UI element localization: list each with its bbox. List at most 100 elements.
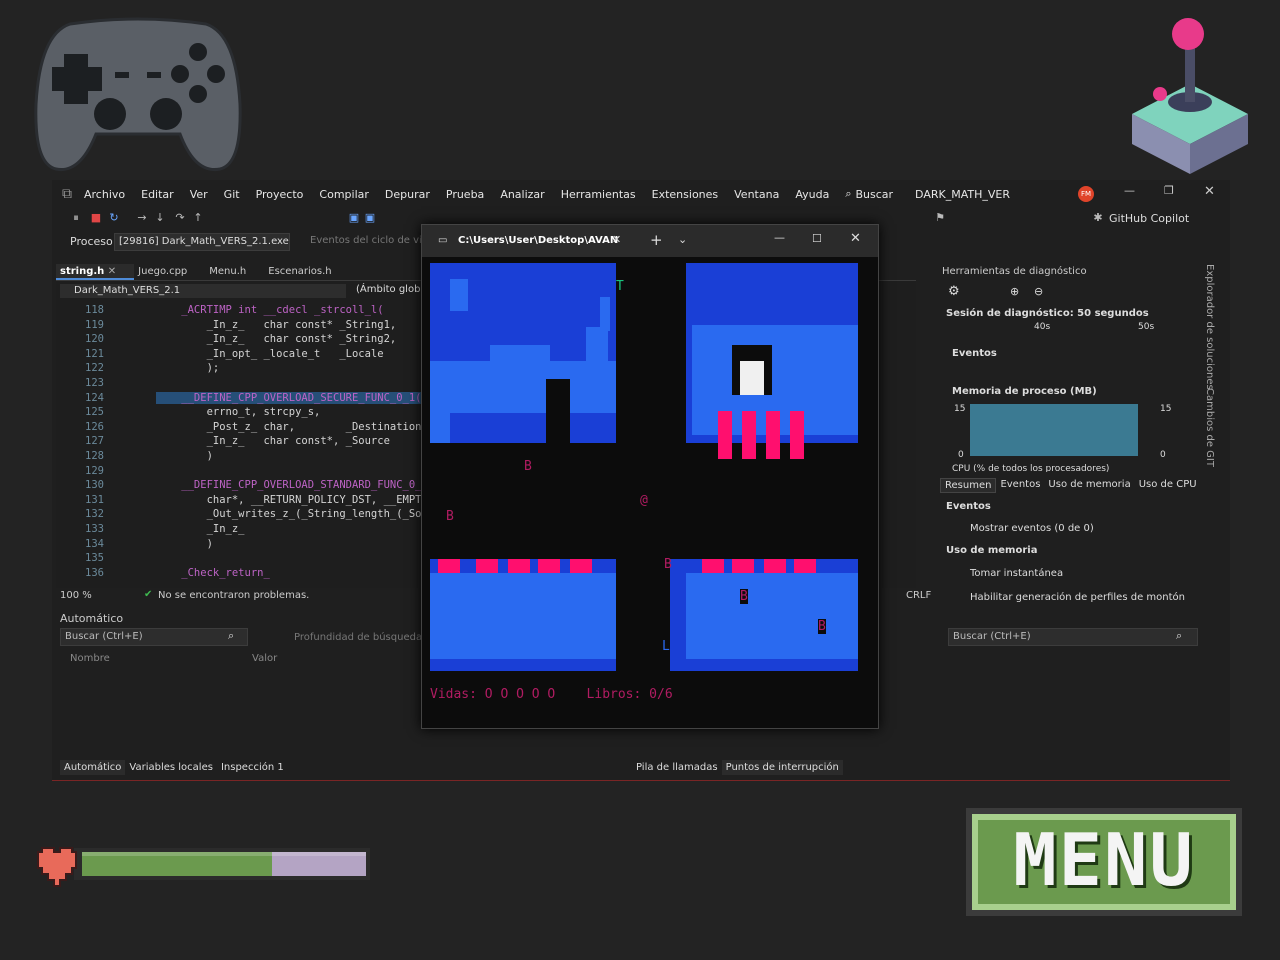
- save-icon[interactable]: ▣: [348, 212, 360, 224]
- code-line: 118 _ACRTIMP int __cdecl _strcoll_l(: [56, 303, 434, 318]
- step-over-icon[interactable]: ↷: [174, 212, 186, 224]
- search-icon[interactable]: ⌕: [228, 629, 234, 643]
- code-text: _Post_z_ char, _Destination,: [156, 420, 428, 433]
- console-window[interactable]: ▭ C:\Users\User\Desktop\AVAN ✕ + ⌄ — ☐ ✕: [421, 224, 879, 729]
- game-char-t: T: [616, 279, 624, 294]
- copilot-icon[interactable]: ✱: [1092, 212, 1104, 224]
- menu-archivo[interactable]: Archivo: [84, 188, 125, 201]
- tab-pila-llamadas[interactable]: Pila de llamadas: [632, 760, 722, 775]
- step-into-icon[interactable]: ↓: [154, 212, 166, 224]
- line-number: 134: [85, 537, 104, 550]
- zoom-level[interactable]: 100 %: [60, 590, 92, 601]
- col-name: Nombre: [70, 653, 110, 664]
- menu-herramientas[interactable]: Herramientas: [561, 188, 636, 201]
- menu-ventana[interactable]: Ventana: [734, 188, 779, 201]
- pause-icon[interactable]: ⏸: [70, 212, 82, 224]
- menu-editar[interactable]: Editar: [141, 188, 174, 201]
- memory-label: Memoria de proceso (MB): [952, 386, 1097, 397]
- line-number: 120: [85, 333, 104, 346]
- stop-icon[interactable]: ■: [90, 212, 102, 224]
- menu-analizar[interactable]: Analizar: [500, 188, 544, 201]
- line-ending[interactable]: CRLF: [906, 590, 931, 601]
- tab-automatico[interactable]: Automático: [60, 760, 126, 775]
- maximize-button[interactable]: ❐: [1164, 184, 1174, 197]
- line-number: 126: [85, 420, 104, 433]
- search-depth[interactable]: Profundidad de búsqueda:: [294, 632, 425, 643]
- line-number: 125: [85, 406, 104, 419]
- lifecycle-events[interactable]: Eventos del ciclo de vida: [310, 235, 434, 246]
- heap-profiling-link[interactable]: Habilitar generación de perfiles de mont…: [970, 592, 1185, 603]
- scope-left[interactable]: Dark_Math_VERS_2.1: [60, 284, 346, 298]
- console-titlebar: ▭ C:\Users\User\Desktop\AVAN ✕ + ⌄ — ☐ ✕: [422, 225, 878, 257]
- tab-eventos[interactable]: Eventos: [996, 478, 1044, 493]
- mem-min-left: 0: [958, 450, 964, 460]
- autos-title: Automático: [60, 612, 124, 625]
- callstack-search[interactable]: Buscar (Ctrl+E): [948, 628, 1198, 646]
- new-tab-icon[interactable]: +: [650, 231, 663, 249]
- menu-git[interactable]: Git: [224, 188, 240, 201]
- zoom-out-icon[interactable]: ⊖: [1034, 285, 1043, 298]
- snapshot-link[interactable]: Tomar instantánea: [970, 568, 1063, 579]
- minimize-button[interactable]: —: [1124, 184, 1135, 197]
- menu-button[interactable]: MENU: [960, 802, 1248, 922]
- tab-dropdown-icon[interactable]: ⌄: [678, 233, 687, 246]
- diag-title: Herramientas de diagnóstico: [942, 266, 1087, 277]
- gamepad-icon: [34, 17, 242, 172]
- tab-string-h[interactable]: string.h ✕: [56, 264, 135, 280]
- copilot-button[interactable]: GitHub Copilot: [1109, 212, 1189, 225]
- tab-menu-h[interactable]: Menu.h: [205, 264, 264, 280]
- menu-proyecto[interactable]: Proyecto: [256, 188, 304, 201]
- user-avatar[interactable]: FM: [1078, 186, 1094, 202]
- code-line: 124 __DEFINE_CPP_OVERLOAD_SECURE_FUNC_0_…: [56, 391, 434, 406]
- bookmark-icon[interactable]: ⚑: [934, 212, 946, 224]
- tab-puntos-interrupcion[interactable]: Puntos de interrupción: [721, 760, 843, 775]
- game-hud: Vidas: O O O O O Libros: 0/6: [430, 687, 673, 702]
- game-char-l: L: [662, 639, 670, 654]
- maximize-button[interactable]: ☐: [812, 232, 822, 245]
- git-changes-tab[interactable]: Cambios de GIT: [1204, 388, 1215, 467]
- tab-uso-memoria[interactable]: Uso de memoria: [1044, 478, 1134, 493]
- close-tab-icon[interactable]: ✕: [612, 233, 621, 246]
- save-all-icon[interactable]: ▣: [364, 212, 376, 224]
- restart-icon[interactable]: ↻: [108, 212, 120, 224]
- menu-depurar[interactable]: Depurar: [385, 188, 430, 201]
- search-button[interactable]: Buscar: [855, 188, 893, 201]
- events-label: Eventos: [952, 348, 997, 359]
- menu-ayuda[interactable]: Ayuda: [795, 188, 829, 201]
- step-out-icon[interactable]: ↑: [192, 212, 204, 224]
- autos-search[interactable]: Buscar (Ctrl+E): [60, 628, 248, 646]
- books-text: Libros: 0/6: [586, 687, 673, 702]
- line-number: 121: [85, 347, 104, 360]
- process-select[interactable]: [29816] Dark_Math_VERS_2.1.exe: [114, 233, 290, 251]
- code-line: 126 _Post_z_ char, _Destination,: [56, 420, 434, 435]
- tab-inspeccion[interactable]: Inspección 1: [217, 760, 288, 775]
- code-line: 121 _In_opt_ _locale_t _Locale: [56, 347, 434, 362]
- search-icon[interactable]: ⌕: [845, 187, 851, 201]
- tab-escenarios-h[interactable]: Escenarios.h: [264, 264, 349, 280]
- line-number: 122: [85, 362, 104, 375]
- menu-extensiones[interactable]: Extensiones: [652, 188, 719, 201]
- show-events-link[interactable]: Mostrar eventos (0 de 0): [970, 523, 1094, 534]
- code-line: 125 errno_t, strcpy_s,: [56, 405, 434, 420]
- close-button[interactable]: ✕: [850, 231, 861, 246]
- menu-prueba[interactable]: Prueba: [446, 188, 484, 201]
- code-line: 123: [56, 376, 434, 391]
- minimize-button[interactable]: —: [774, 231, 785, 244]
- search-icon[interactable]: ⌕: [1176, 629, 1182, 643]
- tab-juego-cpp[interactable]: Juego.cpp: [134, 264, 205, 280]
- settings-icon[interactable]: ⚙: [948, 284, 960, 299]
- menu-compilar[interactable]: Compilar: [319, 188, 368, 201]
- tab-uso-cpu[interactable]: Uso de CPU: [1135, 478, 1201, 493]
- tick-50: 50s: [1138, 322, 1155, 332]
- code-line: 133 _In_z_: [56, 522, 434, 537]
- close-button[interactable]: ✕: [1204, 184, 1215, 199]
- tab-variables-locales[interactable]: Variables locales: [125, 760, 217, 775]
- solution-explorer-tab[interactable]: Explorador de soluciones: [1204, 264, 1215, 390]
- tab-resumen[interactable]: Resumen: [940, 478, 997, 493]
- step-icon[interactable]: →: [136, 212, 148, 224]
- memory-graph: [970, 404, 1138, 456]
- process-label: Proceso:: [70, 235, 117, 248]
- zoom-in-icon[interactable]: ⊕: [1010, 285, 1019, 298]
- menu-ver[interactable]: Ver: [190, 188, 208, 201]
- console-icon: ▭: [438, 235, 448, 246]
